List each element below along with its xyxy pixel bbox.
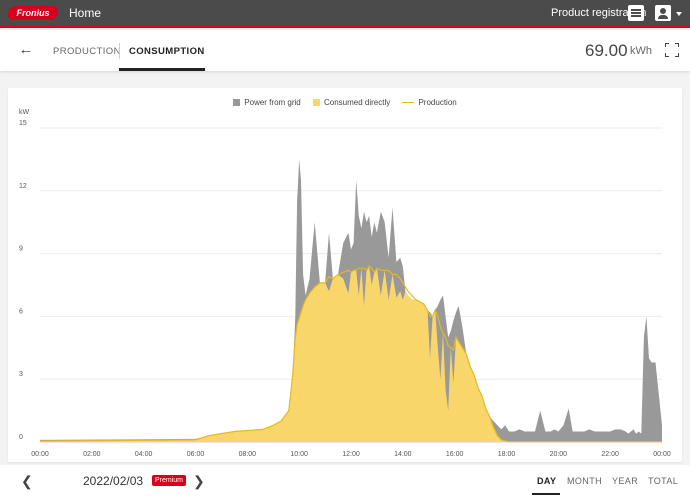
x-tick-label: 16:00 — [446, 451, 464, 458]
range-active-indicator — [532, 493, 560, 495]
x-tick-label: 12:00 — [342, 451, 360, 458]
range-tab-day[interactable]: DAY — [537, 476, 556, 486]
y-tick-label: 6 — [19, 308, 23, 315]
x-tick-label: 02:00 — [83, 451, 101, 458]
range-tab-month[interactable]: MONTH — [567, 476, 602, 486]
range-tab-total[interactable]: TOTAL — [648, 476, 678, 486]
x-tick-label: 10:00 — [290, 451, 308, 458]
y-tick-label: 15 — [19, 120, 27, 127]
x-tick-label: 20:00 — [550, 451, 568, 458]
consumption-chart: 0 3 6 9 12 15 00:00 02:00 04:00 06:00 08:00 10:00 12… — [19, 120, 671, 458]
x-tick-label: 18:00 — [498, 451, 516, 458]
x-tick-label: 00:00 — [31, 451, 49, 458]
previous-day-icon[interactable]: ❮ — [21, 474, 33, 488]
range-tab-year[interactable]: YEAR — [612, 476, 638, 486]
premium-badge: Premium — [152, 475, 187, 486]
y-tick-label: 9 — [19, 246, 23, 253]
x-tick-label: 22:00 — [601, 451, 619, 458]
x-tick-label: 04:00 — [135, 451, 153, 458]
next-day-icon[interactable]: ❯ — [193, 474, 205, 488]
x-tick-label: 06:00 — [187, 451, 205, 458]
y-tick-label: 12 — [19, 183, 27, 190]
y-tick-label: 3 — [19, 371, 23, 378]
current-date[interactable]: 2022/02/03 — [83, 474, 143, 488]
x-tick-label: 08:00 — [239, 451, 257, 458]
x-tick-label: 14:00 — [394, 451, 412, 458]
date-navigation-bar: ❮ 2022/02/03 Premium ❯ DAY MONTH YEAR TO… — [0, 465, 690, 498]
y-tick-label: 0 — [19, 434, 23, 441]
x-tick-label: 00:00 — [653, 451, 671, 458]
